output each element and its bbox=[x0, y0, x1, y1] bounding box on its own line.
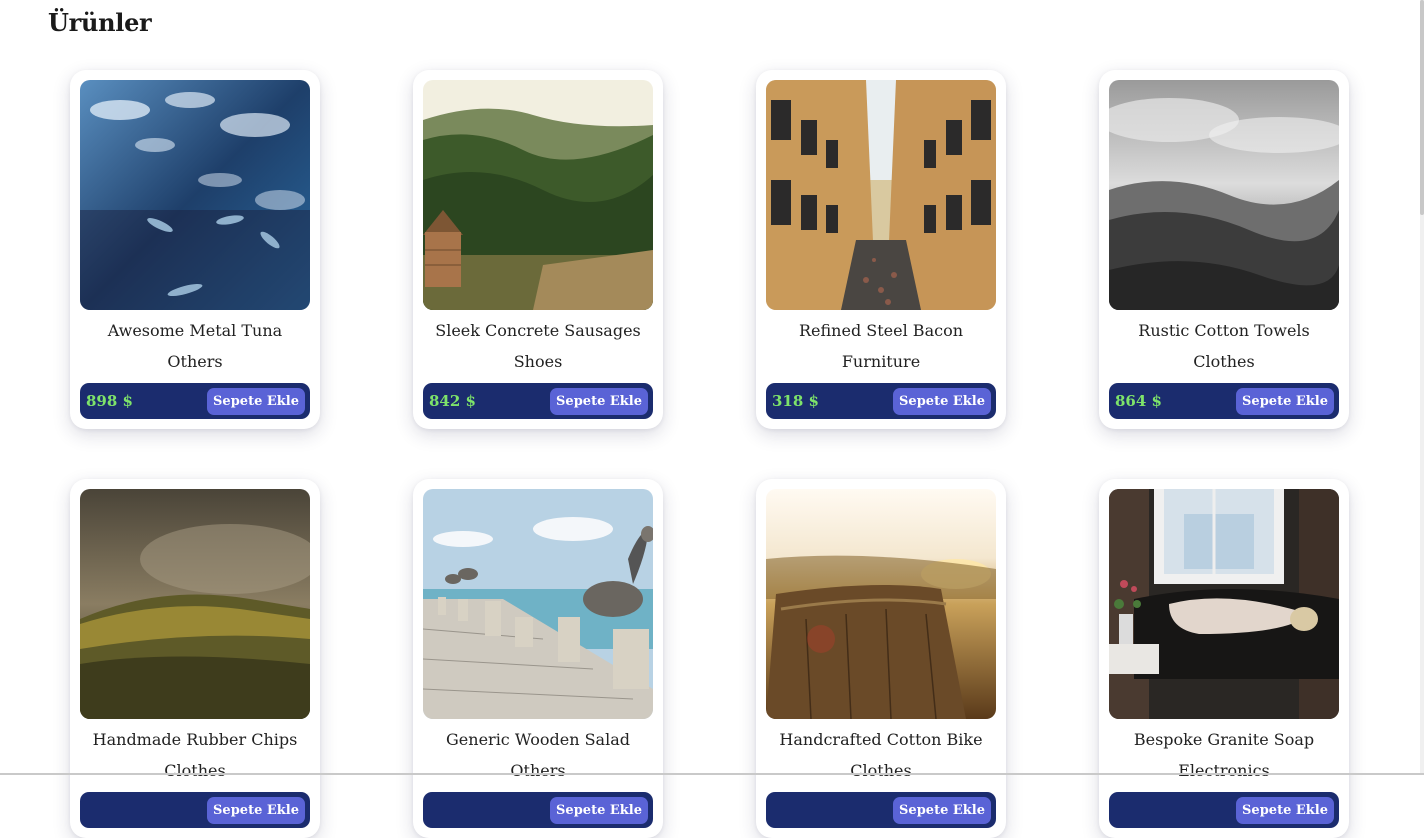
product-name: Rustic Cotton Towels bbox=[1138, 321, 1310, 340]
scrollbar[interactable] bbox=[1420, 0, 1424, 775]
product-category: Others bbox=[167, 352, 223, 371]
product-card: Handcrafted Cotton Bike Clothes Sepete E… bbox=[756, 479, 1006, 838]
product-image[interactable] bbox=[766, 489, 996, 719]
product-image[interactable] bbox=[1109, 489, 1339, 719]
price-bar: Sepete Ekle bbox=[80, 792, 310, 828]
product-card: Handmade Rubber Chips Clothes Sepete Ekl… bbox=[70, 479, 320, 838]
price-bar: 318 $ Sepete Ekle bbox=[766, 383, 996, 419]
product-grid: Awesome Metal Tuna Others 898 $ Sepete E… bbox=[70, 70, 1349, 838]
price-bar: Sepete Ekle bbox=[766, 792, 996, 828]
product-name: Awesome Metal Tuna bbox=[107, 321, 283, 340]
page-title: Ürünler bbox=[48, 8, 152, 37]
add-to-cart-button[interactable]: Sepete Ekle bbox=[207, 387, 305, 415]
price-bar: 842 $ Sepete Ekle bbox=[423, 383, 653, 419]
product-price: 842 $ bbox=[429, 392, 476, 410]
product-price: 864 $ bbox=[1115, 392, 1162, 410]
product-category: Clothes bbox=[164, 761, 226, 780]
product-category: Clothes bbox=[850, 761, 912, 780]
product-card: Sleek Concrete Sausages Shoes 842 $ Sepe… bbox=[413, 70, 663, 429]
product-image[interactable] bbox=[423, 489, 653, 719]
product-card: Rustic Cotton Towels Clothes 864 $ Sepet… bbox=[1099, 70, 1349, 429]
scrollbar-thumb[interactable] bbox=[1420, 0, 1424, 215]
product-image[interactable] bbox=[80, 80, 310, 310]
product-name: Sleek Concrete Sausages bbox=[435, 321, 641, 340]
price-bar: Sepete Ekle bbox=[1109, 792, 1339, 828]
product-name: Handmade Rubber Chips bbox=[92, 730, 298, 749]
product-image[interactable] bbox=[1109, 80, 1339, 310]
product-image[interactable] bbox=[80, 489, 310, 719]
product-image[interactable] bbox=[766, 80, 996, 310]
add-to-cart-button[interactable]: Sepete Ekle bbox=[893, 796, 991, 824]
product-price: 898 $ bbox=[86, 392, 133, 410]
product-card: Generic Wooden Salad Others Sepete Ekle bbox=[413, 479, 663, 838]
add-to-cart-button[interactable]: Sepete Ekle bbox=[1236, 387, 1334, 415]
price-bar: 864 $ Sepete Ekle bbox=[1109, 383, 1339, 419]
product-card: Bespoke Granite Soap Electronics Sepete … bbox=[1099, 479, 1349, 838]
product-category: Shoes bbox=[513, 352, 563, 371]
product-category: Others bbox=[510, 761, 566, 780]
product-category: Electronics bbox=[1178, 761, 1270, 780]
price-bar: 898 $ Sepete Ekle bbox=[80, 383, 310, 419]
add-to-cart-button[interactable]: Sepete Ekle bbox=[893, 387, 991, 415]
product-name: Refined Steel Bacon bbox=[798, 321, 963, 340]
price-bar: Sepete Ekle bbox=[423, 792, 653, 828]
product-card: Awesome Metal Tuna Others 898 $ Sepete E… bbox=[70, 70, 320, 429]
add-to-cart-button[interactable]: Sepete Ekle bbox=[207, 796, 305, 824]
product-name: Generic Wooden Salad bbox=[446, 730, 630, 749]
product-category: Clothes bbox=[1193, 352, 1255, 371]
product-card: Refined Steel Bacon Furniture 318 $ Sepe… bbox=[756, 70, 1006, 429]
product-price: 318 $ bbox=[772, 392, 819, 410]
product-category: Furniture bbox=[841, 352, 921, 371]
product-name: Handcrafted Cotton Bike bbox=[779, 730, 983, 749]
product-image[interactable] bbox=[423, 80, 653, 310]
add-to-cart-button[interactable]: Sepete Ekle bbox=[550, 387, 648, 415]
add-to-cart-button[interactable]: Sepete Ekle bbox=[550, 796, 648, 824]
product-name: Bespoke Granite Soap bbox=[1133, 730, 1315, 749]
add-to-cart-button[interactable]: Sepete Ekle bbox=[1236, 796, 1334, 824]
